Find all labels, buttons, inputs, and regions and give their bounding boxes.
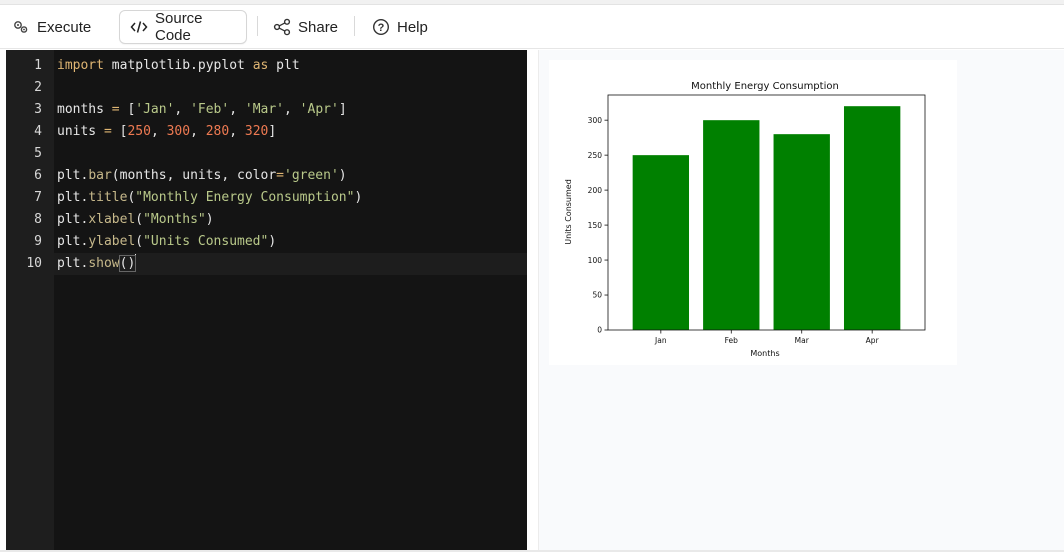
- line-number: 9: [34, 234, 42, 249]
- line-number: 2: [34, 80, 42, 95]
- output-panel: Monthly Energy Consumption 0 50 100 150 200 2…: [538, 50, 1064, 550]
- bar-chart: Monthly Energy Consumption 0 50 100 150 200 2…: [564, 81, 926, 358]
- help-icon: ?: [372, 18, 390, 36]
- help-label: Help: [397, 18, 428, 36]
- bar: [773, 134, 830, 330]
- svg-text:?: ?: [378, 22, 385, 34]
- y-tick-label: 250: [588, 151, 603, 160]
- y-axis-label: Units Consumed: [564, 179, 573, 245]
- toolbar-divider: [257, 16, 258, 36]
- x-tick-label: Apr: [866, 336, 880, 345]
- execute-label: Execute: [37, 18, 92, 36]
- text-cursor: [135, 254, 137, 270]
- code-line[interactable]: plt.title("Monthly Energy Consumption"): [57, 187, 362, 209]
- line-number: 1: [34, 58, 42, 73]
- code-line[interactable]: plt.xlabel("Months"): [57, 209, 214, 231]
- y-tick-label: 0: [597, 326, 602, 335]
- source-code-button[interactable]: Source Code: [119, 10, 247, 44]
- gears-icon: [12, 18, 30, 36]
- source-code-label: Source Code: [155, 10, 203, 44]
- bar: [843, 106, 901, 330]
- toolbar-divider: [354, 16, 355, 36]
- execute-button[interactable]: Execute: [2, 10, 101, 44]
- code-icon: [130, 18, 148, 36]
- y-tick-label: 300: [588, 116, 603, 125]
- line-number: 7: [34, 190, 42, 205]
- line-number: 5: [34, 146, 42, 161]
- code-line[interactable]: months = ['Jan', 'Feb', 'Mar', 'Apr']: [57, 99, 347, 121]
- line-number: 6: [34, 168, 42, 183]
- share-button[interactable]: Share: [263, 10, 348, 44]
- y-tick-label: 50: [592, 291, 602, 300]
- line-number: 10: [26, 256, 42, 271]
- chart-title: Monthly Energy Consumption: [691, 81, 839, 92]
- share-label: Share: [298, 18, 339, 36]
- share-icon: [273, 18, 291, 36]
- code-line[interactable]: units = [250, 300, 280, 320]: [57, 121, 276, 143]
- y-tick-label: 150: [588, 221, 603, 230]
- x-tick-label: Feb: [725, 336, 739, 345]
- code-editor[interactable]: 1 2 3 4 5 6 7 8 9 10 import matplotlib.p…: [6, 50, 527, 550]
- chart-figure: Monthly Energy Consumption 0 50 100 150 200 2…: [549, 60, 957, 365]
- code-line[interactable]: plt.ylabel("Units Consumed"): [57, 231, 276, 253]
- x-axis-label: Months: [750, 349, 779, 358]
- bar: [703, 120, 760, 330]
- line-number: 8: [34, 212, 42, 227]
- code-line[interactable]: plt.bar(months, units, color='green'): [57, 165, 347, 187]
- code-line[interactable]: import matplotlib.pyplot as plt: [57, 55, 300, 77]
- bar: [632, 155, 690, 330]
- help-button[interactable]: ? Help: [362, 10, 438, 44]
- toolbar: Execute Source Code Share ? Help: [0, 5, 1064, 49]
- line-number: 3: [34, 102, 42, 117]
- x-tick-label: Jan: [654, 336, 667, 345]
- line-number: 4: [34, 124, 42, 139]
- code-line[interactable]: plt.show(): [57, 253, 137, 275]
- y-tick-label: 100: [588, 256, 603, 265]
- y-tick-label: 200: [588, 186, 603, 195]
- x-tick-label: Mar: [795, 336, 810, 345]
